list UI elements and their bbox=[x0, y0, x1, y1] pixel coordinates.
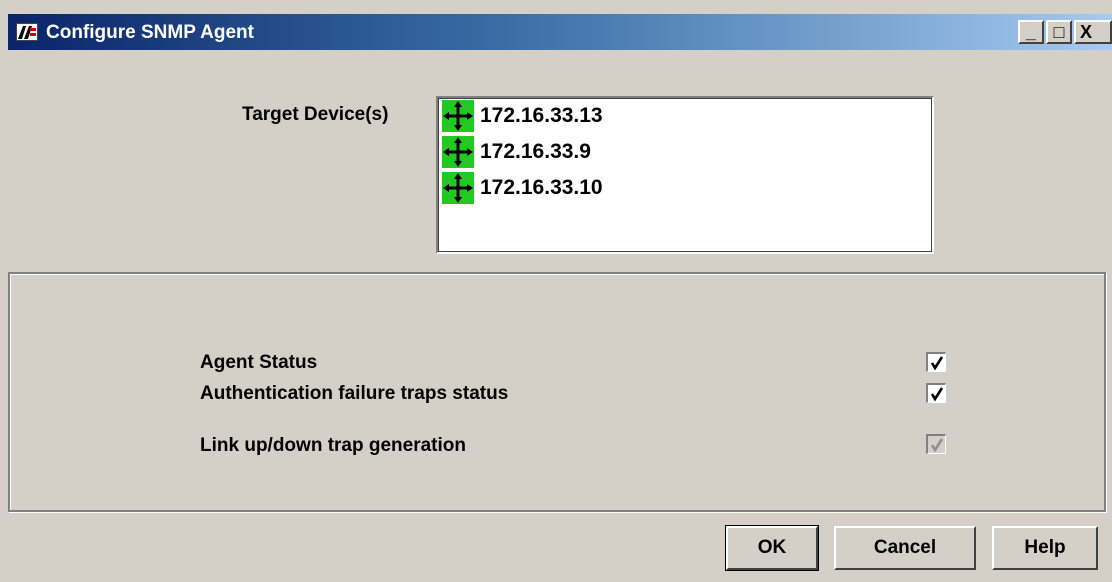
help-button[interactable]: Help bbox=[992, 526, 1098, 570]
device-ip: 172.16.33.10 bbox=[480, 176, 603, 199]
auth-failure-traps-label: Authentication failure traps status bbox=[200, 383, 509, 404]
network-device-icon bbox=[442, 100, 474, 132]
link-updown-trap-checkbox bbox=[926, 434, 946, 454]
app-logo-icon bbox=[16, 23, 38, 41]
checkmark-icon bbox=[930, 438, 944, 453]
window-title: Configure SNMP Agent bbox=[46, 22, 254, 43]
auth-failure-traps-checkbox[interactable] bbox=[926, 383, 946, 403]
device-list-item[interactable]: 172.16.33.10 bbox=[442, 172, 603, 204]
network-device-icon bbox=[442, 172, 474, 204]
target-device-list[interactable]: 172.16.33.13 172.16.33.9 172.16.33.10 bbox=[436, 96, 934, 254]
configure-snmp-agent-dialog: Configure SNMP Agent _ □ X Target Device… bbox=[0, 0, 1112, 582]
checkmark-icon bbox=[930, 356, 944, 371]
device-ip: 172.16.33.13 bbox=[480, 104, 603, 127]
device-list-item[interactable]: 172.16.33.13 bbox=[442, 100, 603, 132]
target-devices-label: Target Device(s) bbox=[242, 104, 389, 125]
agent-status-label: Agent Status bbox=[200, 352, 318, 373]
checkmark-icon bbox=[930, 387, 944, 402]
title-bar[interactable]: Configure SNMP Agent _ □ X bbox=[8, 14, 1112, 50]
device-list-item[interactable]: 172.16.33.9 bbox=[442, 136, 591, 168]
cancel-button[interactable]: Cancel bbox=[834, 526, 976, 570]
network-device-icon bbox=[442, 136, 474, 168]
device-ip: 172.16.33.9 bbox=[480, 140, 591, 163]
ok-button[interactable]: OK bbox=[725, 525, 819, 571]
minimize-button[interactable]: _ bbox=[1018, 20, 1044, 44]
agent-status-checkbox[interactable] bbox=[926, 352, 946, 372]
maximize-button[interactable]: □ bbox=[1046, 20, 1072, 44]
link-updown-trap-label: Link up/down trap generation bbox=[200, 435, 466, 456]
close-button[interactable]: X bbox=[1074, 20, 1112, 44]
